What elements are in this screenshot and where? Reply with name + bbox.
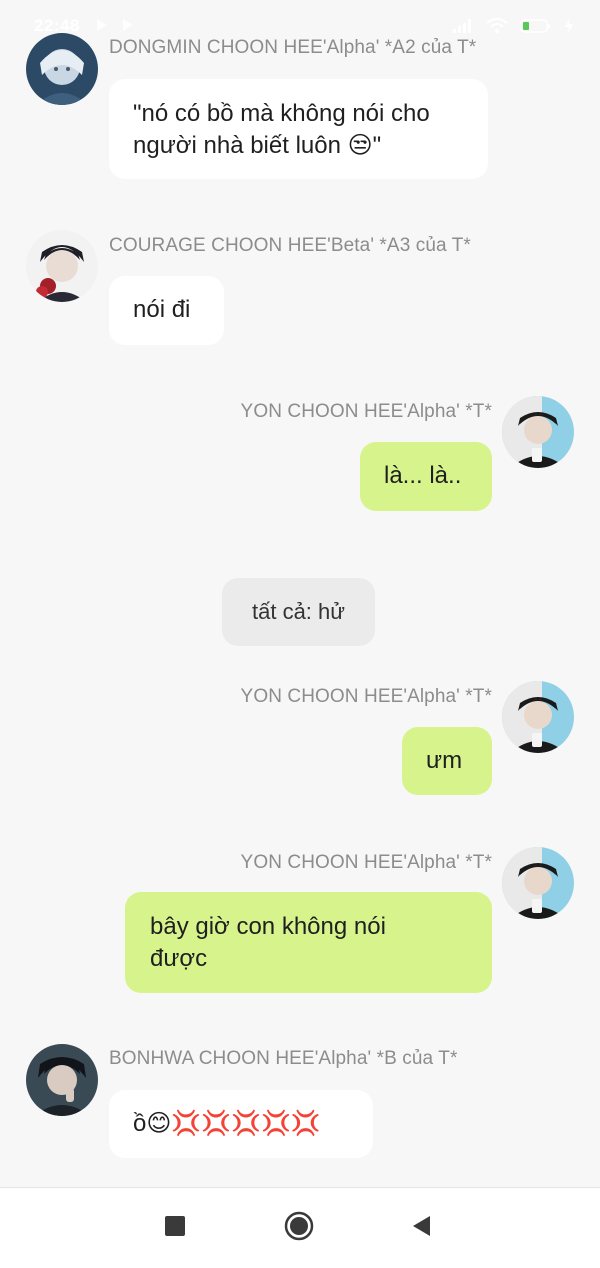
navigation-bar bbox=[0, 1187, 600, 1268]
sender-name: BONHWA CHOON HEE'Alpha' *B của T* bbox=[109, 1048, 458, 1069]
sender-name: YON CHOON HEE'Alpha' *T* bbox=[240, 401, 492, 422]
avatar[interactable] bbox=[26, 1044, 98, 1116]
sender-name: COURAGE CHOON HEE'Beta' *A3 của T* bbox=[109, 235, 471, 256]
recent-apps-button[interactable] bbox=[159, 1212, 191, 1244]
message-text: là... là.. bbox=[384, 462, 462, 489]
back-button[interactable] bbox=[405, 1212, 437, 1244]
avatar[interactable] bbox=[26, 230, 98, 302]
message-bubble[interactable]: ồ😊💢💢💢💢💢 bbox=[109, 1090, 373, 1158]
message-text: ồ😊💢💢💢💢💢 bbox=[133, 1110, 321, 1137]
sender-name: YON CHOON HEE'Alpha' *T* bbox=[240, 852, 492, 873]
sender-name: DONGMIN CHOON HEE'Alpha' *A2 của T* bbox=[109, 37, 477, 58]
circle-icon bbox=[283, 1210, 315, 1247]
message-text: "nó có bồ mà không nói cho bbox=[133, 100, 430, 127]
message-bubble[interactable]: bây giờ con không nói được bbox=[125, 892, 492, 993]
avatar[interactable] bbox=[26, 33, 98, 105]
chat-list[interactable]: DONGMIN CHOON HEE'Alpha' *A2 của T* "nó … bbox=[0, 0, 600, 1187]
message-bubble[interactable]: ưm bbox=[402, 727, 492, 795]
avatar[interactable] bbox=[502, 681, 574, 753]
square-icon bbox=[164, 1215, 186, 1242]
avatar[interactable] bbox=[502, 847, 574, 919]
home-button[interactable] bbox=[283, 1210, 315, 1247]
message-text: nói đi bbox=[133, 296, 191, 323]
triangle-back-icon bbox=[410, 1214, 432, 1243]
sender-name: YON CHOON HEE'Alpha' *T* bbox=[240, 686, 492, 707]
message-text: bây giờ con không nói bbox=[150, 913, 386, 940]
message-text: ưm bbox=[426, 747, 463, 774]
message-bubble[interactable]: là... là.. bbox=[360, 442, 492, 511]
message-bubble[interactable]: nói đi bbox=[109, 276, 224, 345]
message-bubble[interactable]: "nó có bồ mà không nói cho người nhà biế… bbox=[109, 79, 488, 179]
message-text: người nhà biết luôn 😒" bbox=[133, 132, 382, 159]
system-message-text: tất cả: hử bbox=[252, 599, 345, 624]
message-text: được bbox=[150, 945, 208, 972]
avatar[interactable] bbox=[502, 396, 574, 468]
system-message: tất cả: hử bbox=[222, 578, 375, 646]
